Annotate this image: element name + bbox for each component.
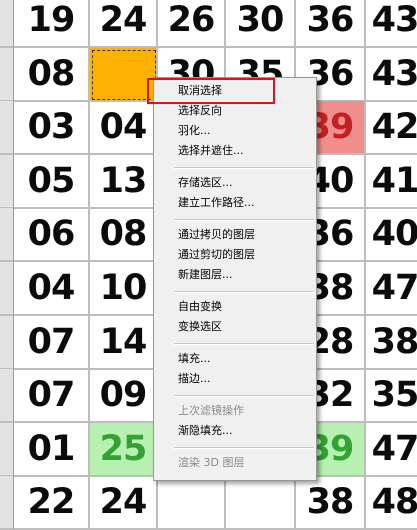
table-cell[interactable]: 13 bbox=[90, 155, 158, 209]
row-header bbox=[0, 48, 14, 102]
row-header bbox=[0, 155, 14, 209]
table-cell[interactable]: 42 bbox=[366, 101, 417, 155]
menu-item-select-and-mask[interactable]: 选择并遮住... bbox=[154, 141, 316, 161]
menu-separator bbox=[174, 343, 314, 345]
row-header bbox=[0, 316, 14, 370]
row-header bbox=[0, 101, 14, 155]
table-cell[interactable]: 04 bbox=[14, 262, 90, 316]
table-cell[interactable]: 40 bbox=[366, 208, 417, 262]
menu-item-render-3d-layer: 渲染 3D 图层 bbox=[178, 456, 245, 469]
table-cell[interactable]: 25 bbox=[90, 423, 158, 477]
table-cell[interactable]: 19 bbox=[14, 0, 90, 48]
table-cell[interactable]: 35 bbox=[366, 369, 417, 423]
table-cell[interactable]: 38 bbox=[366, 316, 417, 370]
table-cell[interactable]: 24 bbox=[90, 476, 158, 530]
menu-item-layer-via-cut[interactable]: 通过剪切的图层 bbox=[154, 245, 316, 265]
menu-item-stroke[interactable]: 描边... bbox=[154, 369, 316, 389]
table-cell[interactable]: 01 bbox=[14, 423, 90, 477]
table-cell[interactable]: 07 bbox=[14, 369, 90, 423]
menu-item-new-layer[interactable]: 新建图层... bbox=[154, 265, 316, 285]
table-cell[interactable]: 38 bbox=[296, 476, 366, 530]
row-header bbox=[0, 369, 14, 423]
table-cell[interactable] bbox=[226, 476, 296, 530]
table-cell[interactable]: 30 bbox=[226, 0, 296, 48]
menu-item-feather[interactable]: 羽化... bbox=[154, 121, 316, 141]
table-cell[interactable]: 10 bbox=[90, 262, 158, 316]
table-row: 19 24 26 30 36 43 bbox=[0, 0, 417, 48]
table-cell[interactable]: 03 bbox=[14, 101, 90, 155]
table-cell[interactable]: 05 bbox=[14, 155, 90, 209]
menu-item-transform-selection[interactable]: 变换选区 bbox=[154, 317, 316, 337]
table-cell[interactable]: 47 bbox=[366, 262, 417, 316]
menu-item-last-filter: 上次滤镜操作 bbox=[178, 404, 244, 417]
menu-separator bbox=[174, 219, 314, 221]
table-cell[interactable]: 22 bbox=[14, 476, 90, 530]
table-cell[interactable]: 36 bbox=[296, 0, 366, 48]
menu-item-make-work-path[interactable]: 建立工作路径... bbox=[154, 193, 316, 213]
menu-item-fade-fill[interactable]: 渐隐填充... bbox=[154, 421, 316, 441]
table-cell[interactable]: 08 bbox=[90, 208, 158, 262]
table-cell[interactable]: 26 bbox=[158, 0, 226, 48]
menu-separator bbox=[174, 447, 314, 449]
table-cell[interactable]: 41 bbox=[366, 155, 417, 209]
menu-item-inverse[interactable]: 选择反向 bbox=[154, 101, 316, 121]
menu-separator bbox=[174, 395, 314, 397]
table-cell[interactable]: 08 bbox=[14, 48, 90, 102]
row-header bbox=[0, 208, 14, 262]
table-cell[interactable]: 43 bbox=[366, 48, 417, 102]
row-header bbox=[0, 476, 14, 530]
table-cell[interactable]: 24 bbox=[90, 0, 158, 48]
context-menu: 取消选择 选择反向 羽化... 选择并遮住... 存储选区... 建立工作路径... 通过拷… bbox=[153, 77, 317, 481]
menu-item-free-transform[interactable]: 自由变换 bbox=[154, 297, 316, 317]
table-cell[interactable]: 43 bbox=[366, 0, 417, 48]
table-cell[interactable]: 14 bbox=[90, 316, 158, 370]
table-cell[interactable]: 48 bbox=[366, 476, 417, 530]
table-cell[interactable]: 47 bbox=[366, 423, 417, 477]
table-cell[interactable]: 04 bbox=[90, 101, 158, 155]
menu-separator bbox=[174, 167, 314, 169]
table-cell[interactable]: 06 bbox=[14, 208, 90, 262]
table-cell[interactable]: 09 bbox=[90, 369, 158, 423]
row-header bbox=[0, 262, 14, 316]
menu-item-highlight-box bbox=[147, 78, 275, 104]
table-cell[interactable]: 07 bbox=[14, 316, 90, 370]
table-row: 22 24 38 48 bbox=[0, 476, 417, 530]
menu-item-layer-via-copy[interactable]: 通过拷贝的图层 bbox=[154, 225, 316, 245]
menu-item-fill[interactable]: 填充... bbox=[154, 349, 316, 369]
row-header bbox=[0, 0, 14, 48]
row-header bbox=[0, 423, 14, 477]
table-cell[interactable] bbox=[158, 476, 226, 530]
menu-item-save-selection[interactable]: 存储选区... bbox=[154, 173, 316, 193]
menu-separator bbox=[174, 291, 314, 293]
